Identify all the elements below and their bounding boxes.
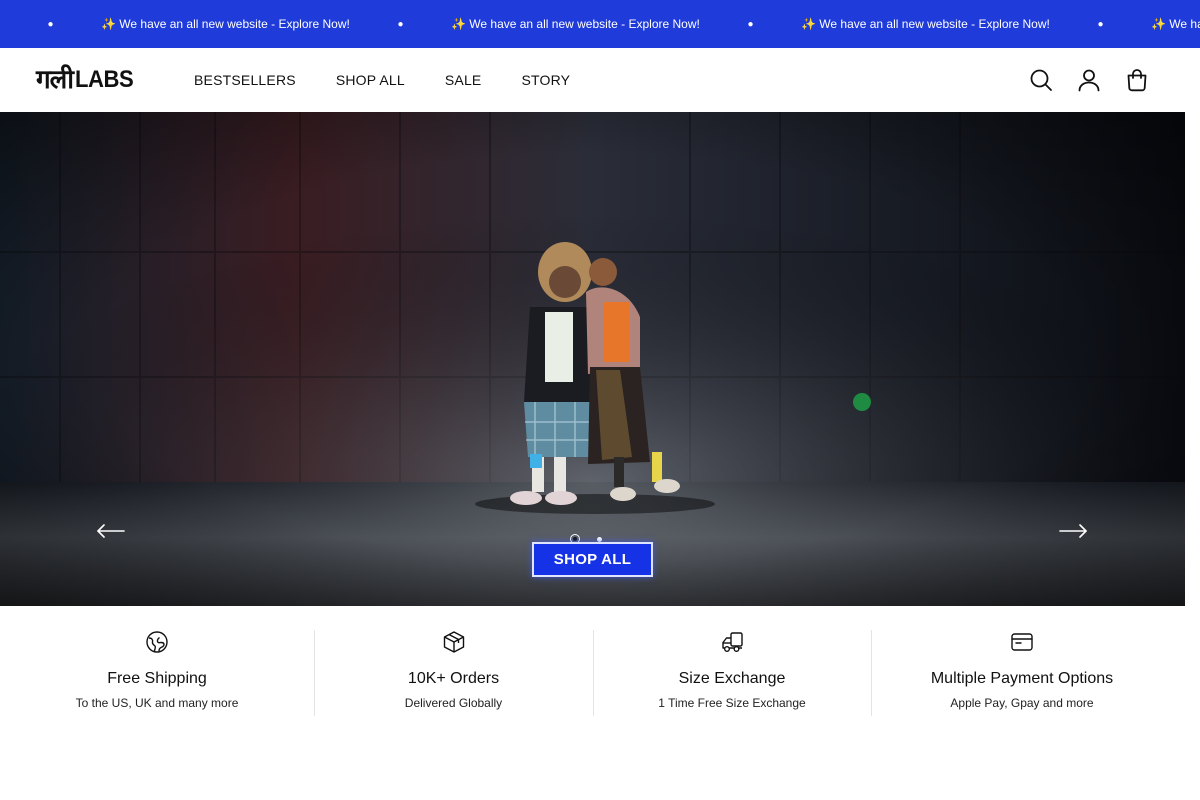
feature-orders: 10K+ Orders Delivered Globally [314,606,593,736]
announcement-text: ✨ We have an all new website - Explore N… [1151,17,1200,31]
separator-dot: ● [747,18,754,30]
account-icon[interactable] [1077,68,1101,92]
feature-size-exchange: Size Exchange 1 Time Free Size Exchange [593,606,871,736]
brand-logo[interactable]: गली LABS [36,60,138,100]
globe-icon [145,630,169,654]
feature-title: Free Shipping [107,670,207,687]
announcement-text: ✨ We have an all new website - Explore N… [101,17,350,31]
feature-divider [314,630,315,716]
feature-subtitle: Delivered Globally [404,696,503,710]
hero-photo [0,112,1185,606]
feature-subtitle: To the US, UK and many more [75,696,239,710]
arrow-right-icon[interactable] [1057,515,1089,547]
nav-bestsellers[interactable]: BESTSELLERS [194,72,296,88]
feature-subtitle: Apple Pay, Gpay and more [950,696,1094,710]
feature-title: Multiple Payment Options [930,670,1114,687]
feature-divider [593,630,594,716]
arrow-left-icon[interactable] [95,515,127,547]
box-icon [442,630,466,654]
search-icon[interactable] [1029,68,1053,92]
feature-title: 10K+ Orders [407,670,500,687]
logo-latin: LABS [75,66,134,93]
announcement-item[interactable]: ● ✨ We have an all new website - Explore … [1050,17,1200,31]
nav-shop-all[interactable]: SHOP ALL [336,72,405,88]
announcement-item[interactable]: ● ✨ We have an all new website - Explore … [350,17,700,31]
header-actions [1029,48,1149,112]
hero-banner[interactable]: SHOP ALL [0,112,1185,606]
feature-subtitle: 1 Time Free Size Exchange [658,696,806,710]
announcement-item[interactable]: ● ✨ We have an all new website - Explore … [0,17,350,31]
card-icon [1010,630,1034,654]
announcement-track: ● ✨ We have an all new website - Explore … [0,0,1200,48]
feature-payment: Multiple Payment Options Apple Pay, Gpay… [871,606,1173,736]
feature-title: Size Exchange [678,670,786,687]
separator-dot: ● [1097,18,1104,30]
truck-icon [720,630,744,654]
announcement-item[interactable]: ● ✨ We have an all new website - Explore … [700,17,1050,31]
feature-free-shipping: Free Shipping To the US, UK and many mor… [0,606,314,736]
site-header: गली LABS BESTSELLERS SHOP ALL SALE STORY [0,48,1185,112]
feature-strip: Free Shipping To the US, UK and many mor… [0,606,1185,736]
announcement-text: ✨ We have an all new website - Explore N… [801,17,1050,31]
cart-icon[interactable] [1125,68,1149,92]
feature-divider [871,630,872,716]
announcement-text: ✨ We have an all new website - Explore N… [451,17,700,31]
separator-dot: ● [47,18,54,30]
shop-all-button[interactable]: SHOP ALL [532,542,653,577]
main-nav: BESTSELLERS SHOP ALL SALE STORY [194,48,570,112]
separator-dot: ● [397,18,404,30]
announcement-bar[interactable]: ● ✨ We have an all new website - Explore … [0,0,1200,48]
nav-story[interactable]: STORY [521,72,570,88]
nav-sale[interactable]: SALE [445,72,482,88]
logo-devanagari: गली [36,65,74,95]
